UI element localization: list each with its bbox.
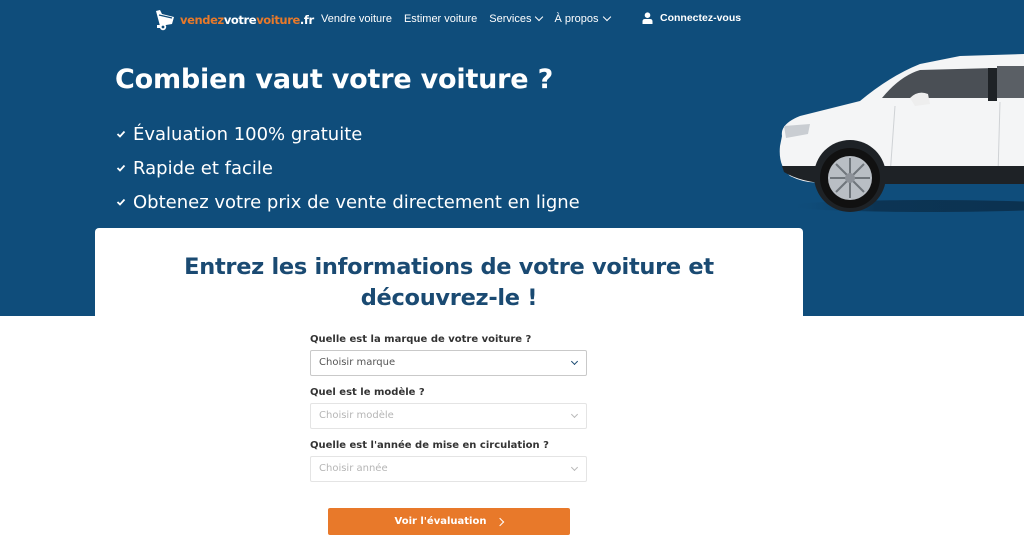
logo-part-vendez: vendez [180,13,224,27]
chevron-down-icon [570,463,579,472]
hero-title: Combien vaut votre voiture ? [115,64,554,95]
benefits-list: Évaluation 100% gratuite Rapide et facil… [116,117,580,219]
card-title-line1: Entrez les informations de votre voiture… [184,254,714,280]
site-logo[interactable]: vendezvotrevoiture.fr [154,7,314,33]
benefit-item: Obtenez votre prix de vente directement … [116,185,580,219]
nav-label: Vendre voiture [321,13,392,25]
nav-links: Vendre voiture Estimer voiture Services … [321,12,622,25]
benefit-item: Évaluation 100% gratuite [116,117,580,151]
cart-car-logo-icon [156,10,174,31]
card-title: Entrez les informations de votre voiture… [95,252,803,314]
evaluation-card: Entrez les informations de votre voiture… [95,228,803,323]
benefit-text: Évaluation 100% gratuite [133,123,363,145]
nav-label: À propos [554,13,599,25]
chevron-right-icon [496,517,505,526]
nav-link-estimer-voiture[interactable]: Estimer voiture [404,13,477,25]
see-evaluation-button[interactable]: Voir l'évaluation [328,508,570,535]
year-label: Quelle est l'année de mise en circulatio… [310,440,549,451]
chevron-down-icon [535,12,544,22]
nav-label: Estimer voiture [403,13,478,25]
nav-link-services[interactable]: Services [489,12,544,25]
model-select-value: Choisir modèle [319,410,394,421]
login-link[interactable]: Connectez-vous [642,12,741,24]
chevron-down-icon [570,410,579,419]
nav-link-a-propos[interactable]: À propos [554,12,611,25]
nav-label: Services [489,13,532,25]
car-info-form: Quelle est la marque de votre voiture ? … [310,332,587,491]
benefit-text: Obtenez votre prix de vente directement … [133,191,580,213]
benefit-text: Rapide et facile [133,157,273,179]
brand-label: Quelle est la marque de votre voiture ? [310,334,532,345]
user-icon [642,12,653,24]
nav-link-vendre-voiture[interactable]: Vendre voiture [321,13,392,25]
chevron-down-icon [602,12,611,22]
logo-part-votre: votre [223,13,257,27]
check-icon [116,164,126,172]
brand-select-value: Choisir marque [319,357,396,368]
check-icon [116,198,126,206]
year-select[interactable]: Choisir année [310,456,587,482]
logo-wordmark: vendezvotrevoiture.fr [180,13,314,27]
see-evaluation-label: Voir l'évaluation [394,516,487,527]
card-title-line2: découvrez-le ! [360,285,538,311]
top-navigation: vendezvotrevoiture.fr Vendre voiture Est… [0,0,1024,40]
logo-part-tld: .fr [299,13,314,27]
logo-part-voiture: voiture [256,13,300,27]
white-suv-image [779,54,1024,212]
year-select-value: Choisir année [319,463,388,474]
model-select[interactable]: Choisir modèle [310,403,587,429]
chevron-down-icon [570,357,579,366]
model-label: Quel est le modèle ? [310,387,425,398]
login-label: Connectez-vous [660,12,742,24]
check-icon [116,130,126,138]
brand-select[interactable]: Choisir marque [310,350,587,376]
benefit-item: Rapide et facile [116,151,580,185]
